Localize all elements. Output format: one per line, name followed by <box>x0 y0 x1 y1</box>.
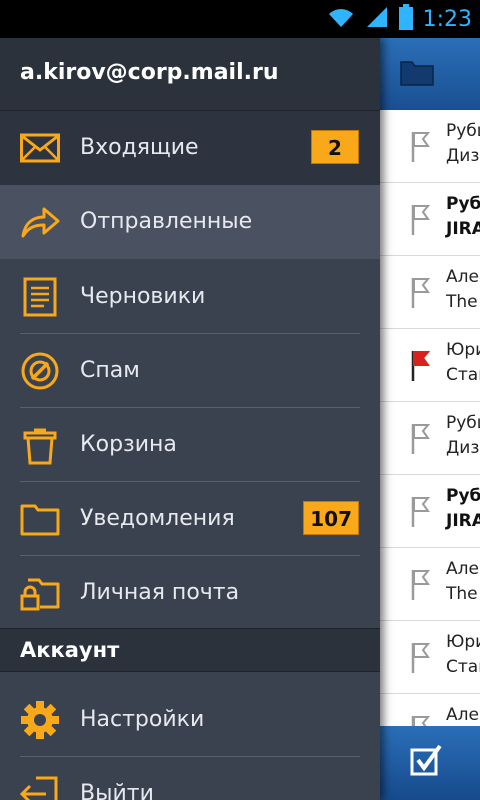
unread-count-badge: 2 <box>311 130 359 164</box>
spam-icon <box>20 351 60 391</box>
signal-icon <box>365 5 389 33</box>
status-time: 1:23 <box>422 6 472 32</box>
message-subject: Дизa <box>446 438 480 458</box>
message-sender: Алек <box>446 559 480 579</box>
folder-icon <box>20 499 60 539</box>
message-row[interactable]: Рубц Дизa <box>380 402 480 475</box>
drawer-item-label: Входящие <box>80 135 199 160</box>
drawer-item-logout[interactable]: Выйти <box>0 757 380 800</box>
flag-icon[interactable] <box>410 422 434 460</box>
message-sender: Рубц <box>446 486 480 506</box>
flag-icon[interactable] <box>410 276 434 314</box>
account-header[interactable]: a.kirov@corp.mail.ru <box>0 38 380 111</box>
drawer-item-drafts[interactable]: Черновики <box>0 260 380 334</box>
message-sender: Юри <box>446 632 480 652</box>
message-sender: Юри <box>446 340 480 360</box>
drawer-item-label: Черновики <box>80 284 206 309</box>
message-row[interactable]: Юри Стан <box>380 621 480 694</box>
message-sender: Алек <box>446 705 480 725</box>
drawer-item-label: Настройки <box>80 707 205 732</box>
message-subject: Дизa <box>446 146 480 166</box>
account-section-header: Аккаунт <box>0 628 380 672</box>
battery-icon <box>398 4 413 34</box>
drawer-item-spam[interactable]: Спам <box>0 334 380 408</box>
select-checkbox-icon[interactable] <box>410 744 442 780</box>
wifi-icon <box>327 6 355 32</box>
message-sender: Алек <box>446 267 480 287</box>
drawer-item-trash[interactable]: Корзина <box>0 408 380 482</box>
gear-icon <box>20 700 60 740</box>
sent-arrow-icon <box>20 202 60 242</box>
message-subject: The <box>446 584 478 604</box>
flag-icon[interactable] <box>410 130 434 168</box>
flag-icon[interactable] <box>410 495 434 533</box>
drawer-item-label: Уведомления <box>80 506 235 531</box>
trash-icon <box>20 425 60 465</box>
navigation-drawer: a.kirov@corp.mail.ru Входящие 2 Отправле… <box>0 38 380 800</box>
document-icon <box>20 277 60 317</box>
message-sender: Рубц <box>446 413 480 433</box>
drawer-item-sent[interactable]: Отправленные <box>0 185 380 259</box>
message-row[interactable]: Рубц Дизa <box>380 110 480 183</box>
unread-count-badge: 107 <box>303 501 359 535</box>
message-row[interactable]: Юри Стан <box>380 329 480 402</box>
message-sender: Рубц <box>446 194 480 214</box>
message-sender: Рубц <box>446 121 480 141</box>
drawer-item-label: Отправленные <box>80 209 253 234</box>
message-row[interactable]: Рубц JIRA <box>380 475 480 548</box>
message-list-panel: РубцДизaРубцJIRAАлекTheЮриСтанРубцДизaРу… <box>380 38 480 800</box>
drawer-item-label: Выйти <box>80 781 154 800</box>
message-row[interactable]: Алек The <box>380 548 480 621</box>
drawer-item-inbox[interactable]: Входящие 2 <box>0 111 380 185</box>
flag-active-icon[interactable] <box>410 349 434 387</box>
drawer-item-notifications[interactable]: Уведомления 107 <box>0 482 380 556</box>
message-subject: JIRA <box>446 219 480 239</box>
locked-folder-icon <box>20 573 60 613</box>
message-row[interactable]: Алек The <box>380 256 480 329</box>
account-email: a.kirov@corp.mail.ru <box>20 60 279 85</box>
status-bar: 1:23 <box>0 0 480 38</box>
flag-icon[interactable] <box>410 641 434 679</box>
drawer-item-personal-mail[interactable]: Личная почта <box>0 556 380 630</box>
message-subject: Стан <box>446 365 480 385</box>
message-row[interactable]: Рубц JIRA <box>380 183 480 256</box>
flag-icon[interactable] <box>410 203 434 241</box>
message-subject: JIRA <box>446 511 480 531</box>
folder-icon[interactable] <box>400 58 434 90</box>
message-subject: Стан <box>446 657 480 677</box>
section-title: Аккаунт <box>20 638 120 662</box>
drawer-item-settings[interactable]: Настройки <box>0 683 380 757</box>
drawer-item-label: Корзина <box>80 432 177 457</box>
drawer-item-label: Личная почта <box>80 580 240 605</box>
message-list-footer <box>380 726 480 800</box>
envelope-icon <box>20 128 60 168</box>
flag-icon[interactable] <box>410 568 434 606</box>
message-list-header <box>380 38 480 110</box>
drawer-item-label: Спам <box>80 358 140 383</box>
logout-icon <box>19 774 60 800</box>
message-subject: The <box>446 292 478 312</box>
